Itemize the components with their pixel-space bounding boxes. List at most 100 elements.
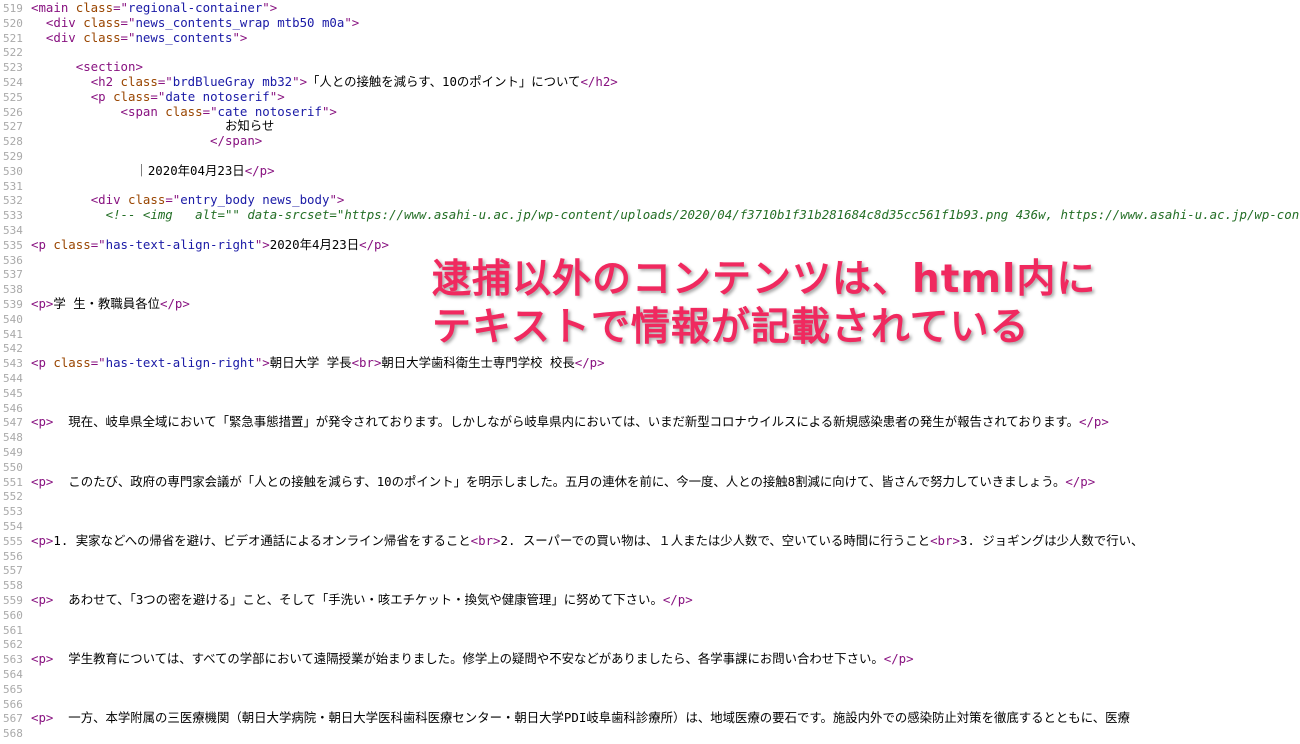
line-number: 547 xyxy=(3,416,23,430)
line-number: 567 xyxy=(3,712,23,726)
code-token: class xyxy=(83,29,121,45)
source-line: 553 xyxy=(0,504,31,519)
line-number: 552 xyxy=(3,490,23,504)
source-line: 526 <span class="cate notoserif"> xyxy=(0,103,337,120)
source-line: 521 <div class="news_contents"> xyxy=(0,30,247,46)
code-token: class xyxy=(128,192,166,208)
line-number: 537 xyxy=(3,268,23,282)
code-token: "> xyxy=(321,103,337,119)
code-token: </p> xyxy=(1065,473,1096,489)
line-number: 546 xyxy=(3,401,23,415)
line-number: 534 xyxy=(3,224,23,237)
source-line: 555 <p>1. 実家などへの帰省を避け、ビデオ通話によるオンライン帰省をするこ… xyxy=(0,532,1143,549)
line-number: 523 xyxy=(3,61,23,75)
code-token: class xyxy=(120,74,158,89)
line-number: 558 xyxy=(3,579,23,593)
source-code: <!-- <img alt="" data-srcset="https://ww… xyxy=(31,207,1300,222)
code-token: お知らせ xyxy=(31,118,275,134)
source-line: 539 <p>学 生・教職員各位</p> xyxy=(0,296,190,312)
source-code: <div class="news_contents"> xyxy=(31,30,247,45)
line-number: 522 xyxy=(3,46,23,60)
source-code: <p> あわせて、「3つの密を避ける」こと、そして「手洗い・咳エチケット・換気や… xyxy=(31,592,693,607)
source-line: 523 <section> xyxy=(0,59,143,75)
source-code: <p> 一方、本学附属の三医療機関（朝日大学病院・朝日大学医科歯科医療センター・… xyxy=(31,710,1130,725)
line-number: 550 xyxy=(3,460,23,474)
source-line: 542 xyxy=(0,341,31,356)
source-code: <p class="has-text-align-right">朝日大学 学長<… xyxy=(31,355,605,370)
line-number: 520 xyxy=(3,16,23,30)
source-line: 552 xyxy=(0,489,31,504)
source-line: 559 <p> あわせて、「3つの密を避ける」こと、そして「手洗い・咳エチケット・… xyxy=(0,592,693,608)
source-line: 548 xyxy=(0,430,31,445)
line-number: 531 xyxy=(3,179,23,193)
code-token: =" xyxy=(157,74,173,89)
source-line: 530 ｜2020年04月23日</p> xyxy=(0,162,275,179)
code-token: =" xyxy=(202,103,218,119)
code-token: ｜2020年04月23日 xyxy=(31,162,245,178)
source-code: <p>学 生・教職員各位</p> xyxy=(31,296,190,311)
code-token: <p> xyxy=(31,651,54,667)
code-token: 一方、本学附属の三医療機関（朝日大学病院・朝日大学医科歯科医療センター・朝日大学… xyxy=(53,710,1130,726)
code-token: <div xyxy=(45,29,84,45)
line-number: 561 xyxy=(3,623,23,637)
line-number: 563 xyxy=(3,653,23,667)
source-code: </span> xyxy=(31,133,262,148)
line-number: 521 xyxy=(3,31,23,45)
code-token: "> xyxy=(254,236,270,252)
source-line: 532 <div class="entry_body news_body"> xyxy=(0,192,344,208)
code-token: =" xyxy=(120,29,136,45)
source-code: ｜2020年04月23日</p> xyxy=(31,162,274,178)
code-token: "> xyxy=(262,0,278,15)
code-token: "> xyxy=(269,88,285,104)
source-line: 527 お知らせ xyxy=(0,118,274,134)
code-token: </p> xyxy=(359,236,389,252)
code-token: <p> xyxy=(31,532,54,548)
annotation-overlay: 逮捕以外のコンテンツは、html内に テキストで情報が記載されている xyxy=(432,256,1132,356)
source-line: 550 xyxy=(0,460,31,475)
line-number: 551 xyxy=(3,475,23,489)
line-number: 549 xyxy=(3,446,23,459)
line-number: 542 xyxy=(3,342,23,356)
code-token: 「人との接触を減らす、10のポイント」について xyxy=(307,74,581,89)
line-number: 566 xyxy=(3,697,23,711)
code-token: </p> xyxy=(1079,414,1109,430)
source-line: 565 xyxy=(0,682,31,697)
source-line: 543 <p class="has-text-align-right">朝日大学 … xyxy=(0,355,605,371)
code-token: =" xyxy=(120,14,136,30)
source-code: <section> xyxy=(31,59,143,74)
source-line: 544 xyxy=(0,371,31,386)
line-number: 543 xyxy=(3,357,23,371)
line-number: 527 xyxy=(3,120,23,134)
code-token: class xyxy=(165,103,203,119)
line-number: 536 xyxy=(3,253,23,267)
code-token: <p> xyxy=(31,473,54,489)
code-token: <br> xyxy=(930,532,960,548)
line-number: 541 xyxy=(3,327,23,341)
code-token: news_contents xyxy=(135,29,233,45)
code-token: =" xyxy=(113,0,128,15)
code-token: 2. スーパーでの買い物は、１人または少人数で、空いている時間に行うこと xyxy=(500,532,931,548)
source-line: 525 <p class="date notoserif"> xyxy=(0,88,285,105)
annotation-line-1: 逮捕以外のコンテンツは、html内に xyxy=(432,257,1097,302)
source-line: 536 xyxy=(0,253,31,268)
code-token: regional-container xyxy=(128,0,263,15)
source-line: 522 xyxy=(0,45,31,60)
code-token: class xyxy=(83,14,121,30)
line-number: 545 xyxy=(3,386,23,400)
source-code: <p> 学生教育については、すべての学部において遠隔授業が始まりました。修学上の… xyxy=(31,651,914,666)
source-line: 534 xyxy=(0,223,31,238)
source-line: 520 <div class="news_contents_wrap mtb50… xyxy=(0,14,359,31)
source-line: 557 xyxy=(0,563,31,578)
source-code: お知らせ xyxy=(31,118,274,133)
code-token: brdBlueGray mb32 xyxy=(172,74,293,89)
line-number: 524 xyxy=(3,76,23,89)
source-line: 537 xyxy=(0,267,31,282)
code-token: 朝日大学 学長 xyxy=(269,355,352,371)
code-token: =" xyxy=(165,192,181,208)
